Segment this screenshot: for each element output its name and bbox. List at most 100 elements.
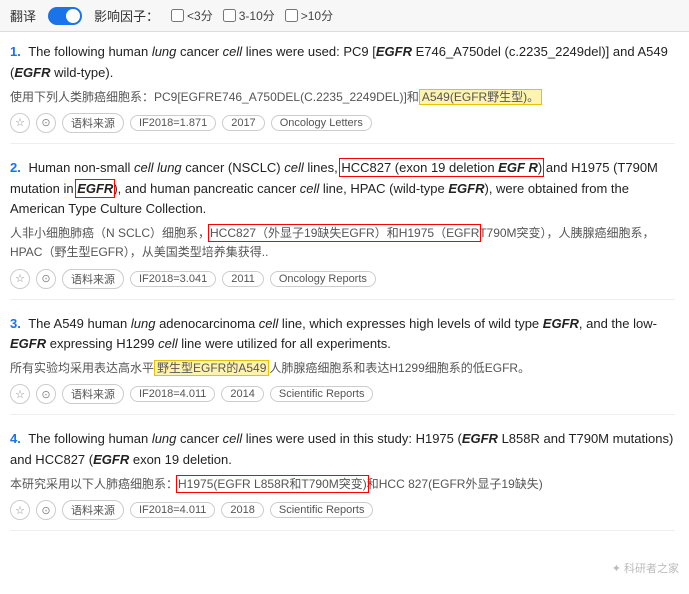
watermark: ✦ 科研者之家 xyxy=(612,560,679,576)
result-item-3: 3. The A549 human lung adenocarcinoma ce… xyxy=(10,314,675,416)
result-3-meta: ☆ ⊙ 语料来源 IF2018=4.011 2014 Scientific Re… xyxy=(10,384,675,404)
result-4-journal: Scientific Reports xyxy=(270,502,374,518)
r3-t3: line, which expresses high levels of wil… xyxy=(278,316,542,331)
r4-cell: cell xyxy=(223,431,243,446)
r2-cell-lung: cell lung xyxy=(134,160,182,175)
r1-cn-highlight: A549(EGFR野生型)。 xyxy=(419,89,542,105)
filter-gt10[interactable]: >10分 xyxy=(285,7,333,24)
result-3-cn: 所有实验均采用表达高水平野生型EGFR的A549人肺腺癌细胞系和表达H1299细… xyxy=(10,359,675,378)
result-2-cn: 人非小细胞肺癌（N SCLC）细胞系，HCC827（外显子19缺失EGFR）和H… xyxy=(10,224,675,262)
result-3-source-tag[interactable]: 语料来源 xyxy=(62,384,124,404)
toolbar: 翻译 影响因子： <3分 3-10分 >10分 xyxy=(0,0,689,32)
result-3-if: IF2018=4.011 xyxy=(130,386,215,402)
r3-t5: expressing H1299 xyxy=(46,336,158,351)
result-3-year: 2014 xyxy=(221,386,263,402)
r4-t1: The following human xyxy=(28,431,152,446)
r4-t3: lines were used in this study: H1975 ( xyxy=(242,431,462,446)
filter-group: <3分 3-10分 >10分 xyxy=(171,7,333,24)
r3-lung: lung xyxy=(131,316,156,331)
result-2-number: 2. xyxy=(10,160,21,175)
result-1-en: 1. The following human lung cancer cell … xyxy=(10,42,675,84)
r3-cell2: cell xyxy=(158,336,178,351)
result-3-en: 3. The A549 human lung adenocarcinoma ce… xyxy=(10,314,675,356)
impact-label: 影响因子： xyxy=(94,6,159,25)
r2-cell2: cell xyxy=(300,181,320,196)
result-1-copy[interactable]: ⊙ xyxy=(36,113,56,133)
r1-cell: cell xyxy=(223,44,243,59)
r3-t1: The A549 human xyxy=(28,316,131,331)
r4-cn-after: 和HCC 827(EGFR外显子19缺失) xyxy=(367,477,543,491)
result-item-2: 2. Human non-small cell lung cancer (NSC… xyxy=(10,158,675,300)
result-4-number: 4. xyxy=(10,431,21,446)
result-3-journal: Scientific Reports xyxy=(270,386,374,402)
result-1-source-tag[interactable]: 语料来源 xyxy=(62,113,124,133)
result-1-star[interactable]: ☆ xyxy=(10,113,30,133)
result-4-year: 2018 xyxy=(221,502,263,518)
r3-cn-highlight: 野生型EGFR的A549 xyxy=(154,360,269,376)
r4-cn-before: 本研究采用以下人肺癌细胞系： xyxy=(10,477,178,491)
r4-cn-highlight: H1975(EGFR L858R和T790M突变) xyxy=(178,477,367,491)
r1-t3: lines were used: PC9 [ xyxy=(242,44,376,59)
r3-t2: adenocarcinoma xyxy=(155,316,258,331)
r3-egfr2: EGFR xyxy=(10,336,46,351)
r2-egfr2: EGFR xyxy=(77,181,113,196)
result-1-if: IF2018=1.871 xyxy=(130,115,216,131)
result-2-meta: ☆ ⊙ 语料来源 IF2018=3.041 2011 Oncology Repo… xyxy=(10,269,675,289)
result-2-star[interactable]: ☆ xyxy=(10,269,30,289)
result-2-year: 2011 xyxy=(222,271,264,287)
r2-t3: lines, xyxy=(304,160,342,175)
result-3-number: 3. xyxy=(10,316,21,331)
r3-t4: , and the low- xyxy=(579,316,657,331)
result-4-if: IF2018=4.011 xyxy=(130,502,215,518)
r3-cell: cell xyxy=(259,316,279,331)
r3-t6: line were utilized for all experiments. xyxy=(178,336,391,351)
result-1-journal: Oncology Letters xyxy=(271,115,372,131)
translate-toggle[interactable] xyxy=(48,7,82,25)
r3-cn-after: 人肺腺癌细胞系和表达H1299细胞系的低EGFR。 xyxy=(269,361,530,375)
result-3-star[interactable]: ☆ xyxy=(10,384,30,404)
toggle-thumb xyxy=(66,9,80,23)
r4-t5: exon 19 deletion. xyxy=(129,452,232,467)
result-1-year: 2017 xyxy=(222,115,264,131)
result-1-number: 1. xyxy=(10,44,21,59)
filter-3-10-checkbox[interactable] xyxy=(223,9,236,22)
filter-3-10-label: 3-10分 xyxy=(239,7,275,24)
filter-gt10-checkbox[interactable] xyxy=(285,9,298,22)
r1-t2: cancer xyxy=(176,44,222,59)
r2-cell: cell xyxy=(284,160,304,175)
results-content: 1. The following human lung cancer cell … xyxy=(0,32,689,555)
r3-cn-before: 所有实验均采用表达高水平 xyxy=(10,361,154,375)
result-2-source-tag[interactable]: 语料来源 xyxy=(62,269,124,289)
watermark-text: 科研者之家 xyxy=(624,563,679,575)
r4-egfr2: EGFR xyxy=(93,452,129,467)
result-4-source-tag[interactable]: 语料来源 xyxy=(62,500,124,520)
r2-t6: line, HPAC (wild-type xyxy=(319,181,448,196)
r1-egfr1: EGFR xyxy=(376,44,412,59)
result-1-cn: 使用下列人类肺癌细胞系：PC9[EGFRE746_A750DEL(C.2235_… xyxy=(10,88,675,107)
result-1-meta: ☆ ⊙ 语料来源 IF2018=1.871 2017 Oncology Lett… xyxy=(10,113,675,133)
filter-3-10[interactable]: 3-10分 xyxy=(223,7,275,24)
r2-hcc827: HCC827 (exon 19 deletion EGF R) xyxy=(341,160,542,175)
r4-lung: lung xyxy=(152,431,177,446)
filter-lt3-checkbox[interactable] xyxy=(171,9,184,22)
result-item-4: 4. The following human lung cancer cell … xyxy=(10,429,675,531)
result-3-copy[interactable]: ⊙ xyxy=(36,384,56,404)
result-4-star[interactable]: ☆ xyxy=(10,500,30,520)
r2-t5: ), and human pancreatic cancer xyxy=(113,181,299,196)
r2-cn-highlight: HCC827（外显子19缺失EGFR）和H1975（EGFR xyxy=(210,226,479,240)
filter-lt3-label: <3分 xyxy=(187,7,213,24)
result-4-copy[interactable]: ⊙ xyxy=(36,500,56,520)
r4-t2: cancer xyxy=(176,431,222,446)
r2-egfr3: EGFR xyxy=(448,181,484,196)
result-4-cn: 本研究采用以下人肺癌细胞系：H1975(EGFR L858R和T790M突变)和… xyxy=(10,475,675,494)
result-2-copy[interactable]: ⊙ xyxy=(36,269,56,289)
result-4-meta: ☆ ⊙ 语料来源 IF2018=4.011 2018 Scientific Re… xyxy=(10,500,675,520)
r1-cn-before: 使用下列人类肺癌细胞系：PC9[EGFRE746_A750DEL(C.2235_… xyxy=(10,90,419,104)
result-4-en: 4. The following human lung cancer cell … xyxy=(10,429,675,471)
watermark-icon: ✦ xyxy=(612,563,621,575)
r2-cn-before: 人非小细胞肺癌（N SCLC）细胞系， xyxy=(10,226,210,240)
result-2-if: IF2018=3.041 xyxy=(130,271,216,287)
filter-lt3[interactable]: <3分 xyxy=(171,7,213,24)
filter-gt10-label: >10分 xyxy=(301,7,333,24)
r1-egfr2: EGFR xyxy=(14,65,50,80)
